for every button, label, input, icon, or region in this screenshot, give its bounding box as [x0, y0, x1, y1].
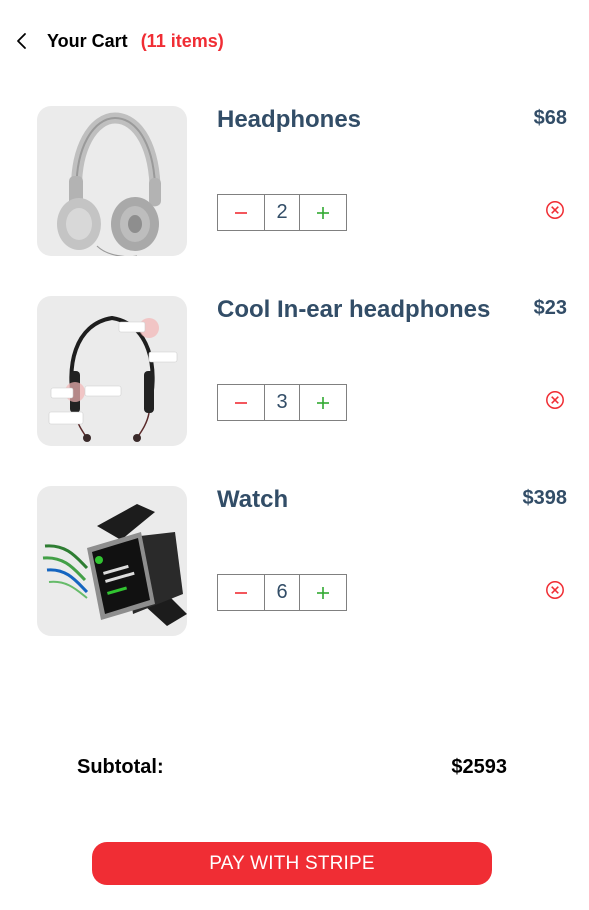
increase-quantity-button[interactable]	[300, 385, 346, 420]
product-name: Cool In-ear headphones	[217, 296, 491, 323]
chevron-left-icon	[17, 33, 26, 49]
increase-quantity-button[interactable]	[300, 575, 346, 610]
minus-icon	[235, 591, 247, 594]
plus-icon	[317, 206, 329, 219]
quantity-stepper: 6	[217, 574, 347, 611]
quantity-value: 3	[264, 385, 300, 420]
remove-item-button[interactable]	[545, 580, 565, 600]
product-image[interactable]	[37, 296, 187, 446]
plus-icon	[317, 396, 329, 409]
cart-item: Cool In-ear headphones $23 3	[37, 296, 567, 446]
cart-header: Your Cart (11 items)	[16, 26, 224, 56]
remove-item-button[interactable]	[545, 390, 565, 410]
product-name: Headphones	[217, 106, 362, 133]
cart-item-count: (11 items)	[140, 30, 224, 51]
decrease-quantity-button[interactable]	[218, 385, 264, 420]
minus-icon	[235, 401, 247, 404]
product-price: $398	[522, 487, 568, 509]
product-price: $23	[533, 297, 567, 319]
product-image[interactable]	[37, 106, 187, 256]
decrease-quantity-button[interactable]	[218, 575, 264, 610]
cart-item: Headphones $68 2	[37, 106, 567, 256]
cart-item: Watch $398 6	[37, 486, 567, 636]
close-circle-icon	[546, 391, 564, 409]
plus-icon	[317, 586, 329, 599]
product-price: $68	[533, 107, 567, 129]
product-image[interactable]	[37, 486, 187, 636]
headphones-icon	[57, 112, 161, 256]
back-button[interactable]	[16, 26, 38, 56]
decrease-quantity-button[interactable]	[218, 195, 264, 230]
quantity-stepper: 3	[217, 384, 347, 421]
product-name: Watch	[217, 486, 289, 513]
remove-item-button[interactable]	[545, 200, 565, 220]
minus-icon	[235, 211, 247, 214]
quantity-value: 2	[264, 195, 300, 230]
quantity-value: 6	[264, 575, 300, 610]
quantity-stepper: 2	[217, 194, 347, 231]
pay-with-stripe-button[interactable]: PAY WITH STRIPE	[92, 842, 492, 885]
close-circle-icon	[546, 201, 564, 219]
close-circle-icon	[546, 581, 564, 599]
subtotal-value: $2593	[451, 756, 507, 778]
neckband-earphones-icon	[48, 315, 178, 442]
increase-quantity-button[interactable]	[300, 195, 346, 230]
smartwatch-icon	[42, 504, 187, 626]
subtotal-label: Subtotal:	[77, 756, 164, 778]
cart-title: Your Cart	[47, 30, 128, 51]
